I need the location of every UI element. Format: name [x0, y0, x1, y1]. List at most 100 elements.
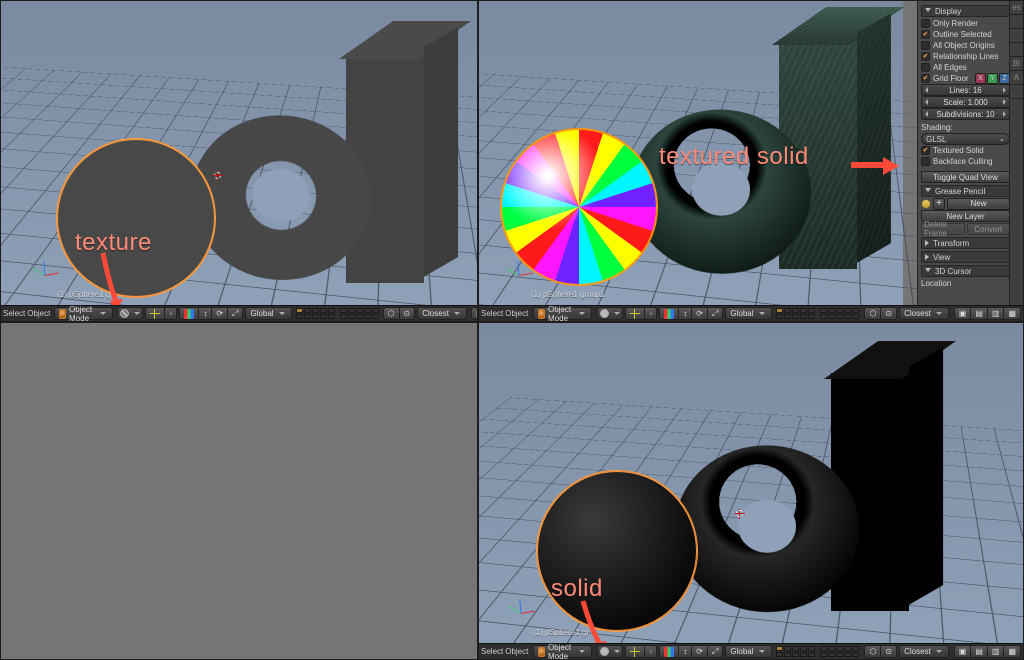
pivot-opts-button[interactable]: ◦: [644, 307, 657, 320]
render-opengl-still[interactable]: ▣: [471, 307, 478, 320]
object-mode-icon: [59, 309, 66, 319]
chk-textured-solid[interactable]: Textured Solid: [921, 145, 1010, 156]
snap-element[interactable]: ⊙: [880, 307, 897, 320]
viewport-textured-solid: (1) pSphere1 group1 textured solid Displ…: [478, 0, 1024, 322]
num-scale[interactable]: Scale: 1.000: [921, 96, 1010, 108]
axis-y-button[interactable]: Y: [987, 73, 998, 84]
section-3dcursor-header[interactable]: 3D Cursor: [921, 265, 1010, 277]
manipulator-toggle[interactable]: [179, 307, 199, 320]
snap-mode-select[interactable]: Closest: [899, 307, 949, 320]
3d-cursor: [213, 171, 223, 181]
snap-toggle[interactable]: ⬡: [383, 307, 400, 320]
axis-x-button[interactable]: X: [975, 73, 986, 84]
manipulator-toggle[interactable]: [659, 645, 679, 658]
annotation-arrow-icon: [851, 153, 901, 179]
pivot-center-button[interactable]: [625, 307, 645, 320]
axis-gizmo: [31, 261, 59, 289]
shading-select-panel[interactable]: GLSL⌄: [921, 133, 1010, 145]
shading-solid-icon: [600, 309, 609, 318]
chk-outline-selected[interactable]: Outline Selected: [921, 29, 1010, 40]
object-cube[interactable]: [346, 23, 424, 283]
chk-all-edges[interactable]: All Edges: [921, 62, 1010, 73]
menu-select[interactable]: Select: [3, 309, 25, 318]
axis-gizmo: [507, 599, 535, 627]
strip-item[interactable]: [1010, 85, 1023, 99]
layer-buttons[interactable]: [296, 308, 379, 319]
mode-label: Object Mode: [548, 643, 574, 660]
strip-item[interactable]: [1010, 43, 1023, 57]
manip-rotate[interactable]: ⟳: [211, 307, 228, 320]
gp-delete-frame-button[interactable]: Delete Frame: [921, 223, 965, 235]
strip-item[interactable]: A: [1010, 71, 1023, 85]
shading-select[interactable]: [597, 645, 623, 658]
pivot-opts-button[interactable]: ◦: [164, 307, 177, 320]
chk-relationship-lines[interactable]: Relationship Lines: [921, 51, 1010, 62]
toggle-quad-view-button[interactable]: Toggle Quad View: [921, 171, 1010, 183]
manip-scale[interactable]: ⤢: [227, 307, 243, 320]
object-mode-icon: [538, 309, 545, 319]
orientation-select[interactable]: Global: [725, 645, 771, 658]
strip-item[interactable]: Bi: [1010, 57, 1023, 71]
mode-select[interactable]: Object Mode: [54, 307, 113, 320]
chk-backface-culling[interactable]: Backface Culling: [921, 156, 1010, 167]
object-sphere[interactable]: [57, 139, 215, 297]
scene-info-text: (1) pSphere1 group1: [531, 290, 605, 299]
mode-select[interactable]: Object Mode: [533, 645, 592, 658]
3d-scene[interactable]: [1, 1, 477, 305]
snap-seg: ⬡ ⊙: [383, 307, 416, 320]
section-grease-pencil-header[interactable]: Grease Pencil: [921, 185, 1010, 197]
render-seg: ▣ ▤ ▥ ▦: [471, 307, 478, 320]
editor-type-strip: es Bi A: [1009, 1, 1023, 321]
strip-item[interactable]: es: [1010, 1, 1023, 15]
pivot-center-button[interactable]: [145, 307, 165, 320]
strip-item[interactable]: [1010, 15, 1023, 29]
section-display-header[interactable]: Display: [921, 5, 1010, 17]
manipulator-toggle[interactable]: [659, 307, 679, 320]
pivot-center-button[interactable]: [625, 645, 645, 658]
orientation-select[interactable]: Global: [245, 307, 291, 320]
annotation-solid: solid: [551, 575, 603, 603]
manipulator-icon: [184, 309, 194, 319]
cursor-icon: [150, 309, 160, 319]
num-lines[interactable]: Lines: 16: [921, 84, 1010, 96]
chk-all-origins[interactable]: All Object Origins: [921, 40, 1010, 51]
pivot-seg: ◦: [145, 307, 177, 320]
menu-select[interactable]: Select: [481, 647, 503, 656]
snap-toggle[interactable]: ⬡: [864, 307, 881, 320]
snap-mode-select[interactable]: Closest: [417, 307, 467, 320]
section-transform-header[interactable]: Transform: [921, 237, 1010, 249]
mode-select[interactable]: Object Mode: [533, 307, 592, 320]
layer-buttons[interactable]: [776, 308, 859, 319]
orientation-select[interactable]: Global: [725, 307, 771, 320]
snap-toggle[interactable]: ⬡: [864, 645, 881, 658]
manip-translate[interactable]: ↕: [198, 307, 212, 320]
chk-only-render[interactable]: Only Render: [921, 18, 1010, 29]
viewport-header: Select Object Object Mode ◦ ↕ ⟳ ⤢: [1, 305, 477, 321]
num-subdiv[interactable]: Subdivisions: 10: [921, 108, 1010, 120]
shading-select[interactable]: [117, 307, 143, 320]
menu-object[interactable]: Object: [505, 647, 528, 656]
section-view-header[interactable]: View: [921, 251, 1010, 263]
gp-convert-button[interactable]: Convert: [967, 223, 1011, 235]
shading-select[interactable]: [597, 307, 623, 320]
empty-cell: [0, 322, 478, 660]
object-mode-icon: [538, 647, 545, 657]
annotation-arrow-icon: [93, 253, 133, 313]
object-sphere[interactable]: [537, 471, 697, 631]
gp-new-button[interactable]: New: [947, 198, 1010, 210]
3d-cursor: [735, 509, 745, 519]
gp-add-button[interactable]: +: [933, 198, 945, 210]
mode-label: Object Mode: [69, 305, 95, 323]
menu-object[interactable]: Object: [27, 309, 50, 318]
chk-grid-floor[interactable]: Grid Floor X Y Z: [921, 73, 1010, 84]
layer-buttons[interactable]: [776, 646, 859, 657]
pivot-opts-button[interactable]: ◦: [644, 645, 657, 658]
snap-element[interactable]: ⊙: [880, 645, 897, 658]
menu-object[interactable]: Object: [505, 309, 528, 318]
strip-item[interactable]: [1010, 29, 1023, 43]
snap-mode-select[interactable]: Closest: [899, 645, 949, 658]
snap-element[interactable]: ⊙: [399, 307, 416, 320]
manipulator-seg: ↕ ⟳ ⤢: [179, 307, 243, 320]
menu-select[interactable]: Select: [481, 309, 503, 318]
label-shading: Shading:: [921, 122, 1010, 133]
